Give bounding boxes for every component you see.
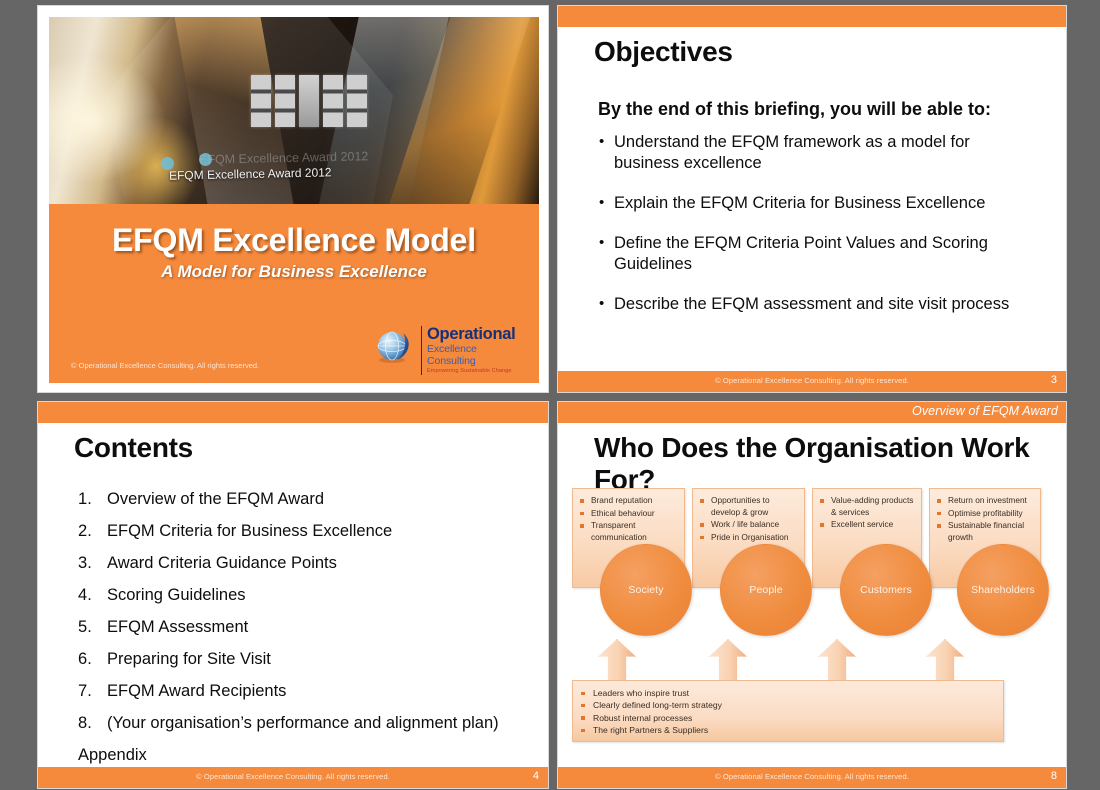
oec-logo-wordmark: Operational Excellence Consulting Empowe… xyxy=(421,326,523,375)
stakeholder-label: Customers xyxy=(860,584,912,596)
list-item: Pride in Organisation xyxy=(699,532,800,544)
stakeholder-circle-customers: Customers xyxy=(840,544,932,636)
efqm-bar-1 xyxy=(251,75,271,127)
list-item: Work / life balance xyxy=(699,519,800,531)
page-number: 3 xyxy=(1050,374,1057,386)
up-arrow-icon xyxy=(818,639,856,683)
objectives-lead-in: By the end of this briefing, you will be… xyxy=(598,99,992,119)
title-orange-band: EFQM Excellence Model A Model for Busine… xyxy=(49,204,539,383)
title-slide-frame: EFQM Excellence Award 2012 EFQM Excellen… xyxy=(49,17,539,383)
list-item[interactable]: Award Criteria Guidance Points xyxy=(78,552,524,574)
oec-logo-line1: Operational xyxy=(427,325,516,343)
list-item: Clearly defined long-term strategy xyxy=(579,699,1003,711)
slide-footer: © Operational Excellence Consulting. All… xyxy=(558,767,1066,788)
list-item: The right Partners & Suppliers xyxy=(579,724,1003,736)
footer-copyright: © Operational Excellence Consulting. All… xyxy=(715,376,909,385)
stakeholder-circle-shareholders: Shareholders xyxy=(957,544,1049,636)
list-item: Explain the EFQM Criteria for Business E… xyxy=(598,192,1038,214)
award-trophy-photo: EFQM Excellence Award 2012 EFQM Excellen… xyxy=(49,17,539,204)
slide-top-band xyxy=(38,402,548,423)
slide-who-does-the-organisation-work-for[interactable]: Overview of EFQM Award Who Does the Orga… xyxy=(557,401,1067,789)
title-heading: EFQM Excellence Model xyxy=(112,222,476,258)
efqm-bar-5 xyxy=(347,75,367,127)
footer-copyright: © Operational Excellence Consulting. All… xyxy=(196,772,390,781)
list-item[interactable]: EFQM Criteria for Business Excellence xyxy=(78,520,524,542)
list-item: Return on investment xyxy=(936,495,1036,507)
contents-list: Overview of the EFQM Award EFQM Criteria… xyxy=(78,488,524,776)
contents-appendix-item[interactable]: Appendix xyxy=(78,744,524,766)
page-title: Objectives xyxy=(594,36,733,67)
list-item[interactable]: Scoring Guidelines xyxy=(78,584,524,606)
title-copyright: © Operational Excellence Consulting. All… xyxy=(71,361,260,370)
list-item[interactable]: Overview of the EFQM Award xyxy=(78,488,524,510)
foundation-enablers-box: Leaders who inspire trust Clearly define… xyxy=(572,680,1004,742)
stakeholder-label: Society xyxy=(628,584,664,596)
efqm-logo-icon xyxy=(251,75,367,127)
list-item[interactable]: EFQM Assessment xyxy=(78,616,524,638)
list-item: Brand reputation xyxy=(579,495,680,507)
stakeholder-label: Shareholders xyxy=(971,584,1035,596)
list-item: Transparent communication xyxy=(579,520,680,543)
list-item[interactable]: EFQM Award Recipients xyxy=(78,680,524,702)
slide-contents[interactable]: Contents Overview of the EFQM Award EFQM… xyxy=(37,401,549,789)
efqm-bar-3 xyxy=(299,75,319,127)
list-item: Robust internal processes xyxy=(579,712,1003,724)
page-number: 8 xyxy=(1050,770,1057,782)
slide-objectives[interactable]: Objectives By the end of this briefing, … xyxy=(557,5,1067,393)
list-item: Describe the EFQM assessment and site vi… xyxy=(598,293,1038,315)
list-item[interactable]: Preparing for Site Visit xyxy=(78,648,524,670)
oec-logo-tagline: Empowering Sustainable Change xyxy=(427,368,512,374)
efqm-bar-2 xyxy=(275,75,295,127)
list-item: Optimise profitability xyxy=(936,508,1036,520)
slide-title[interactable]: EFQM Excellence Award 2012 EFQM Excellen… xyxy=(37,5,549,393)
list-item: Excellent service xyxy=(819,519,917,531)
slide-footer: © Operational Excellence Consulting. All… xyxy=(38,767,548,788)
slide-deck-grid: EFQM Excellence Award 2012 EFQM Excellen… xyxy=(0,0,1100,790)
slide-top-band xyxy=(558,6,1066,27)
objectives-bullet-list: Understand the EFQM framework as a model… xyxy=(598,131,1038,334)
footer-copyright: © Operational Excellence Consulting. All… xyxy=(715,772,909,781)
stakeholder-circle-society: Society xyxy=(600,544,692,636)
title-subheading: A Model for Business Excellence xyxy=(161,262,427,281)
list-item: Sustainable financial growth xyxy=(936,520,1036,543)
list-item: Leaders who inspire trust xyxy=(579,687,1003,699)
oec-logo: Operational Excellence Consulting Empowe… xyxy=(373,325,523,375)
list-item: Understand the EFQM framework as a model… xyxy=(598,131,1038,174)
list-item[interactable]: (Your organisation’s performance and ali… xyxy=(78,712,524,734)
list-item: Define the EFQM Criteria Point Values an… xyxy=(598,232,1038,275)
list-item: Ethical behaviour xyxy=(579,508,680,520)
page-title: Contents xyxy=(74,432,193,463)
globe-icon xyxy=(377,331,409,363)
up-arrow-icon xyxy=(926,639,964,683)
stakeholder-circle-people: People xyxy=(720,544,812,636)
up-arrow-icon xyxy=(709,639,747,683)
slide-top-band: Overview of EFQM Award xyxy=(558,402,1066,423)
slide-footer: © Operational Excellence Consulting. All… xyxy=(558,371,1066,392)
oec-logo-line2: Excellence Consulting xyxy=(427,343,477,367)
page-number: 4 xyxy=(532,770,539,782)
stakeholder-diagram: Brand reputation Ethical behaviour Trans… xyxy=(572,462,1054,762)
list-item: Opportunities to develop & grow xyxy=(699,495,800,518)
stakeholder-label: People xyxy=(749,584,783,596)
up-arrow-icon xyxy=(598,639,636,683)
efqm-bar-4 xyxy=(323,75,343,127)
list-item: Value-adding products & services xyxy=(819,495,917,518)
section-label: Overview of EFQM Award xyxy=(912,404,1058,418)
